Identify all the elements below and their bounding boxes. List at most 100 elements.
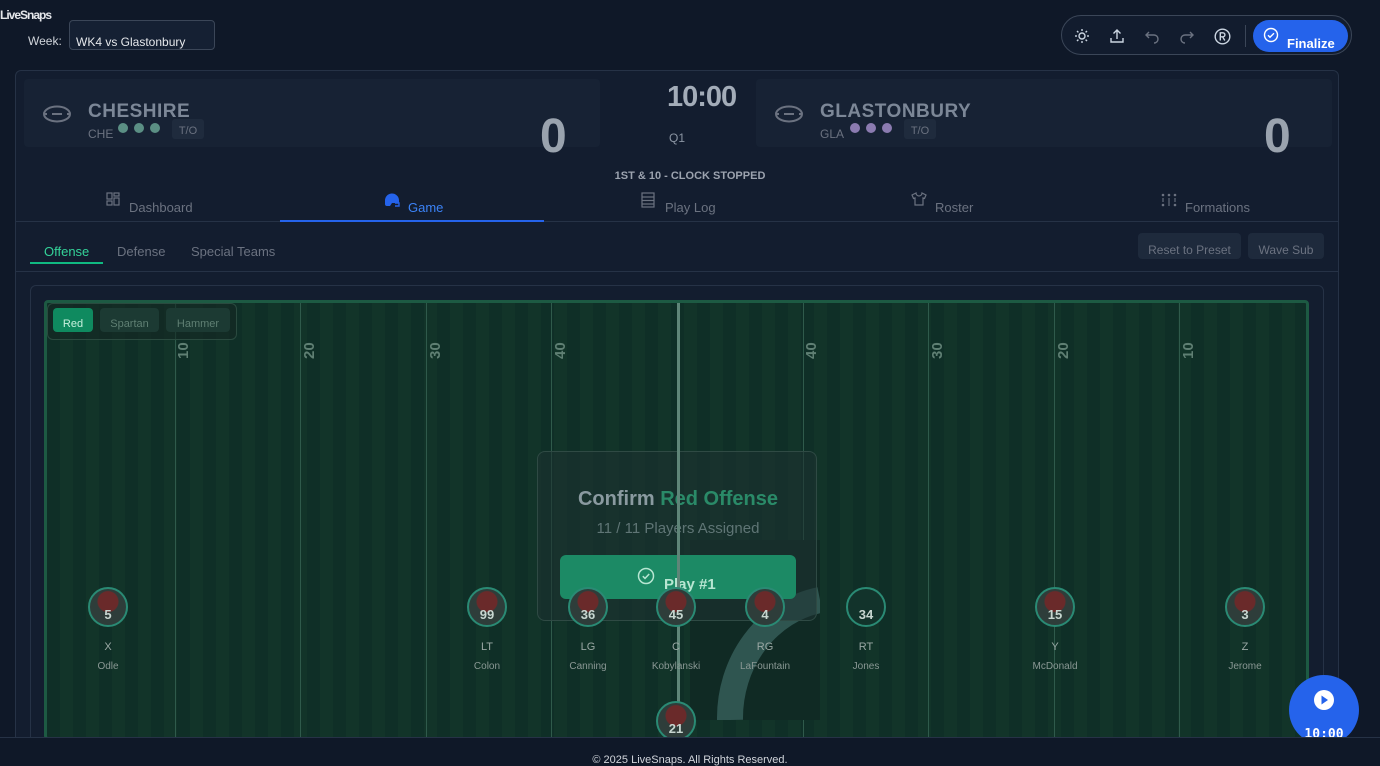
away-team-card: GLASTONBURY GLA T/O 0 — [756, 79, 1332, 163]
player-token[interactable]: 15 Y McDonald — [1005, 587, 1105, 677]
toolbar-divider — [1245, 25, 1246, 47]
log-icon — [641, 192, 655, 208]
away-team-abbr: GLA — [820, 127, 845, 141]
app-title: LiveSnaps — [0, 8, 52, 22]
helmet-icon — [384, 193, 400, 207]
player-token[interactable]: 36 LG Canning — [538, 587, 638, 677]
yard-line — [426, 303, 427, 737]
home-timeouts — [118, 123, 160, 133]
player-number: 3 — [1241, 607, 1249, 622]
home-timeout-button[interactable]: T/O — [172, 119, 204, 139]
player-position: RT — [858, 641, 874, 653]
midfield-line — [677, 303, 680, 743]
yard-line — [1179, 303, 1180, 737]
away-timeout-button[interactable]: T/O — [904, 119, 936, 139]
export-button[interactable] — [1106, 25, 1128, 47]
finalize-button[interactable]: Finalize — [1253, 20, 1348, 52]
timeout-dot — [850, 123, 860, 133]
yard-number: 10 — [175, 342, 192, 359]
home-team-abbr: CHE — [88, 127, 114, 141]
player-token[interactable]: 45 C Kobylanski — [626, 587, 726, 677]
home-team-card: CHESHIRE CHE T/O 0 — [24, 79, 600, 163]
player-token[interactable]: 21 — [626, 701, 726, 737]
away-team-name: GLASTONBURY — [820, 101, 972, 119]
toolbar: Finalize — [1061, 15, 1352, 55]
play-icon — [1314, 690, 1334, 710]
main-tabs: Dashboard Game Play Log Roster Formation… — [16, 186, 1338, 222]
down-distance: 1ST & 10 - CLOCK STOPPED — [614, 170, 766, 182]
tab-label: Dashboard — [129, 200, 193, 215]
undo-button[interactable] — [1141, 25, 1163, 47]
tab-roster[interactable]: Roster — [808, 186, 1072, 222]
player-name: Jones — [852, 661, 880, 672]
player-number: 15 — [1047, 607, 1063, 622]
away-timeouts — [850, 123, 892, 133]
yard-number: 30 — [929, 342, 946, 359]
game-clock[interactable]: 10:00 — [667, 81, 739, 111]
football-icon — [43, 105, 71, 123]
player-number: 5 — [104, 607, 112, 622]
player-position: Y — [1051, 641, 1059, 653]
yard-number: 20 — [1055, 342, 1072, 359]
finalize-label: Finalize — [1287, 36, 1335, 51]
yard-line — [300, 303, 301, 737]
formation-icon — [1161, 193, 1177, 207]
start-clock-button[interactable]: 10:00 — [1289, 675, 1359, 745]
yard-number: 10 — [1180, 342, 1197, 359]
reset-to-preset-button[interactable]: Reset to Preset — [1138, 233, 1241, 259]
week-select[interactable]: WK4 vs Glastonbury — [69, 20, 215, 50]
player-name: Jerome — [1228, 661, 1262, 672]
tab-label: Roster — [935, 200, 974, 215]
dashboard-icon — [106, 192, 120, 206]
player-number: 45 — [668, 607, 684, 622]
player-name: Colon — [473, 661, 501, 672]
tab-game[interactable]: Game — [280, 186, 544, 222]
player-token[interactable]: 34 RT Jones — [816, 587, 916, 677]
player-token[interactable]: 5 X Odle — [58, 587, 158, 677]
scoreboard: CHESHIRE CHE T/O 0 10:00 Q1 GLASTONBURY … — [16, 71, 1338, 163]
tab-formations[interactable]: Formations — [1072, 186, 1336, 222]
timeout-dot — [118, 123, 128, 133]
preset-hammer[interactable]: Hammer — [166, 308, 230, 332]
home-team-name: CHESHIRE — [88, 101, 191, 119]
preset-red[interactable]: Red — [53, 308, 93, 332]
tab-label: Play Log — [665, 200, 716, 215]
player-name: Kobylanski — [651, 661, 701, 672]
tab-label: Formations — [1185, 200, 1251, 215]
player-position: RG — [756, 641, 774, 653]
upload-icon — [1110, 29, 1124, 43]
player-token[interactable]: 3 Z Jerome — [1195, 587, 1295, 677]
player-name: Canning — [569, 661, 607, 672]
player-position: LT — [480, 641, 494, 653]
timeout-dot — [150, 123, 160, 133]
timeout-dot — [134, 123, 144, 133]
yard-line — [175, 303, 176, 737]
tab-dashboard[interactable]: Dashboard — [16, 186, 280, 222]
confirm-prefix: Confirm — [577, 488, 655, 510]
redo-icon — [1180, 31, 1194, 44]
tab-play-log[interactable]: Play Log — [544, 186, 808, 222]
player-position: C — [672, 641, 680, 653]
undo-icon — [1145, 31, 1159, 44]
registered-button[interactable] — [1211, 25, 1233, 47]
player-name: Odle — [97, 661, 119, 672]
unit-tabs: Offense Defense Special Teams Reset to P… — [16, 233, 1338, 272]
unit-tab-offense[interactable]: Offense — [44, 244, 89, 259]
redo-button[interactable] — [1176, 25, 1198, 47]
check-circle-icon — [1263, 27, 1279, 43]
wave-sub-button[interactable]: Wave Sub — [1248, 233, 1324, 259]
check-circle-icon — [637, 567, 655, 585]
timeout-dot — [866, 123, 876, 133]
unit-tab-special-teams[interactable]: Special Teams — [191, 244, 275, 259]
yard-number: 30 — [427, 342, 444, 359]
player-number: 36 — [580, 607, 596, 622]
preset-spartan[interactable]: Spartan — [100, 308, 159, 332]
player-number: 99 — [479, 607, 495, 622]
yard-number: 40 — [552, 342, 569, 359]
player-token[interactable]: 4 RG LaFountain — [715, 587, 815, 677]
player-name: McDonald — [1032, 661, 1078, 672]
player-token[interactable]: 99 LT Colon — [437, 587, 537, 677]
theme-toggle-button[interactable] — [1071, 25, 1093, 47]
registered-icon — [1213, 27, 1231, 45]
unit-tab-defense[interactable]: Defense — [117, 244, 165, 259]
